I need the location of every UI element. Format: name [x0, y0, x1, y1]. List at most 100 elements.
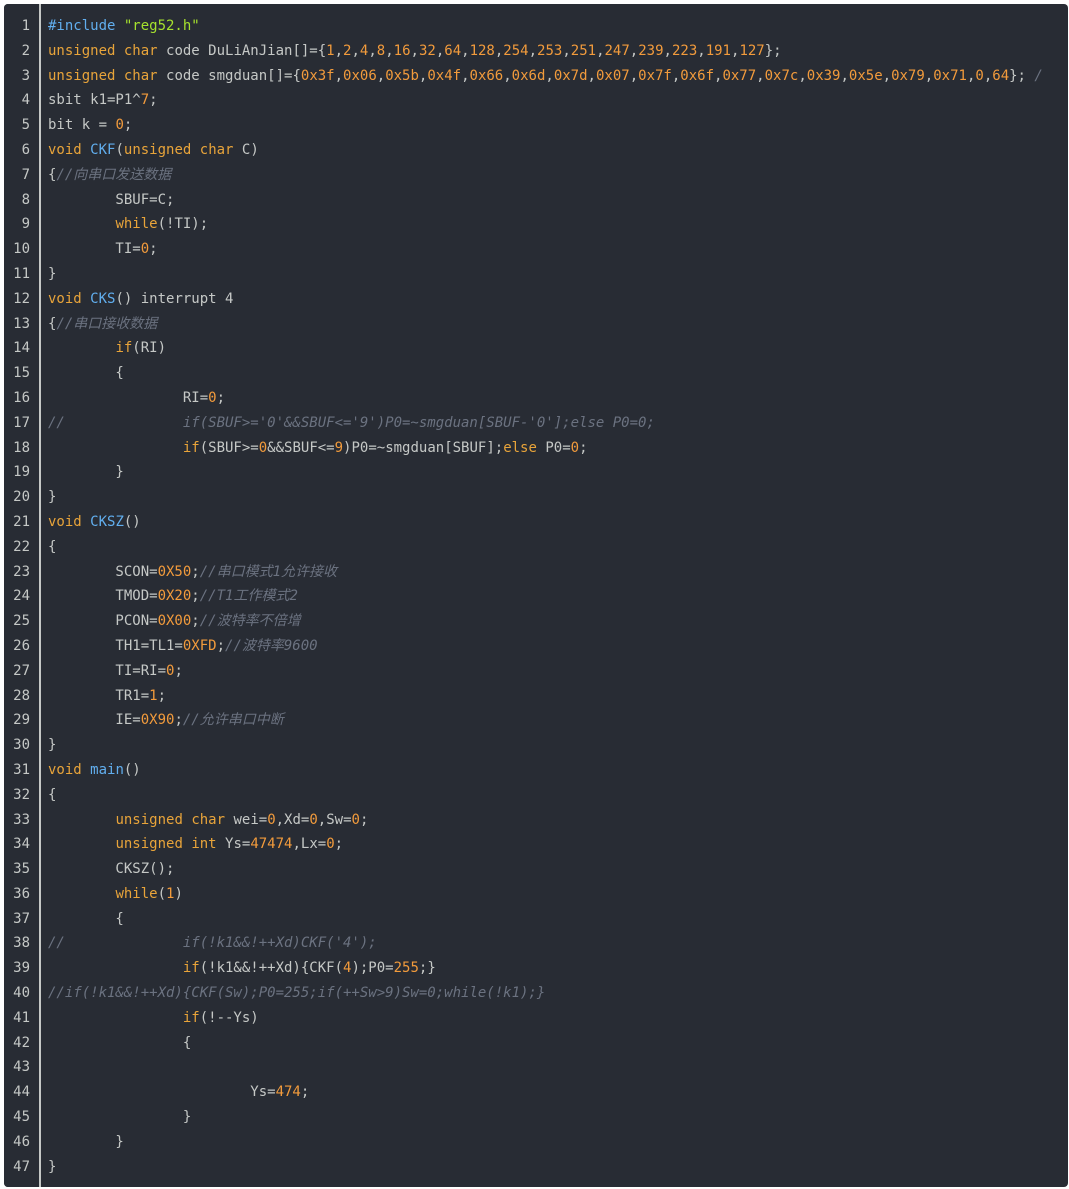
code-line[interactable]: 13 {//串口接收数据: [4, 312, 1068, 337]
code-line[interactable]: 36 while(1): [4, 882, 1068, 907]
line-number: 3: [21, 67, 30, 84]
code-token: ;: [359, 811, 369, 828]
code-token: "reg52.h": [123, 18, 200, 34]
line-number: 34: [13, 836, 30, 853]
code-line[interactable]: 47}: [4, 1155, 1068, 1180]
code-line[interactable]: 32 {: [4, 783, 1068, 808]
code-token: {: [48, 910, 124, 927]
code-line[interactable]: 24 TMOD=0X20;//T1工作模式2: [4, 584, 1068, 609]
code-token: ): [174, 885, 183, 902]
code-line[interactable]: 45 }: [4, 1105, 1068, 1130]
code-line[interactable]: 35 CKSZ();: [4, 857, 1068, 882]
code-line[interactable]: 17 // if(SBUF>='0'&&SBUF<='9')P0=~smgduan…: [4, 411, 1068, 436]
code-line[interactable]: 20}: [4, 485, 1068, 510]
code-token: ;: [157, 687, 167, 704]
code-line[interactable]: 14 if(RI): [4, 336, 1068, 361]
code-text: SCON=0X50;//串口模式1允许接收: [48, 560, 337, 585]
code-line[interactable]: 18 if(SBUF>=0&&SBUF<=9)P0=~smgduan[SBUF]…: [4, 436, 1068, 461]
code-token: ;: [191, 613, 200, 630]
code-line[interactable]: 3 unsigned char code smgduan[]={0x3f,0x06…: [4, 64, 1068, 89]
code-line[interactable]: 38 // if(!k1&&!++Xd)CKF('4');: [4, 931, 1068, 956]
code-line[interactable]: 42 {: [4, 1031, 1068, 1056]
code-text: }: [48, 1155, 56, 1180]
code-line[interactable]: 6 void CKF(unsigned char C): [4, 138, 1068, 163]
line-number: 14: [13, 340, 30, 357]
code-token: 0XFD: [182, 637, 217, 654]
code-token: unsigned: [48, 67, 116, 84]
code-token: CKF: [90, 141, 116, 158]
code-token: 0x71: [933, 67, 967, 84]
code-token: unsigned: [48, 42, 116, 59]
code-text: {: [48, 535, 56, 560]
code-line[interactable]: 9 while(!TI);: [4, 212, 1068, 237]
code-token: 251: [570, 42, 597, 59]
code-token: ,: [410, 42, 419, 59]
code-token: 255: [393, 960, 419, 977]
code-line[interactable]: 8 SBUF=C;: [4, 188, 1068, 213]
code-token: 7: [140, 92, 150, 109]
line-number: 8: [21, 191, 30, 208]
code-line[interactable]: 10 TI=0;: [4, 237, 1068, 262]
code-line[interactable]: 37 {: [4, 907, 1068, 932]
code-token: ,: [882, 67, 892, 84]
code-token: ,Xd=: [275, 811, 310, 828]
code-line[interactable]: 31 void main(): [4, 758, 1068, 783]
code-token: TH1=TL1=: [48, 637, 183, 654]
code-text: IE=0X90;//允许串口中断: [48, 708, 284, 733]
code-line[interactable]: 11}: [4, 262, 1068, 287]
code-token: 0x77: [722, 67, 757, 84]
code-line[interactable]: 46 }: [4, 1130, 1068, 1155]
line-number: 13: [13, 315, 30, 332]
code-token: TI=RI=: [48, 662, 167, 679]
code-token: 0x5e: [848, 67, 883, 84]
code-token: 254: [503, 42, 529, 59]
code-line[interactable]: 2 unsigned char code DuLiAnJian[]={1,2,4,…: [4, 39, 1068, 64]
code-line[interactable]: 22 {: [4, 535, 1068, 560]
code-line[interactable]: 29 IE=0X90;//允许串口中断: [4, 708, 1068, 733]
code-line[interactable]: 1 #include "reg52.h": [4, 14, 1068, 39]
code-line[interactable]: 4 sbit k1=P1^7;: [4, 88, 1068, 113]
code-line[interactable]: 40 //if(!k1&&!++Xd){CKF(Sw);P0=255;if(++S…: [4, 981, 1068, 1006]
code-line[interactable]: 5 bit k = 0;: [4, 113, 1068, 138]
code-token: ,: [503, 67, 512, 84]
code-line[interactable]: 26 TH1=TL1=0XFD;//波特率9600: [4, 634, 1068, 659]
line-number: 24: [13, 588, 30, 605]
code-text: {//串口接收数据: [48, 312, 157, 337]
code-line[interactable]: 33 unsigned char wei=0,Xd=0,Sw=0;: [4, 808, 1068, 833]
line-number: 21: [13, 513, 30, 530]
code-editor[interactable]: 1 #include "reg52.h" 2 unsigned char code D…: [4, 4, 1068, 1187]
code-line[interactable]: 43: [4, 1055, 1068, 1080]
code-line[interactable]: 19 }: [4, 460, 1068, 485]
code-token: while: [115, 216, 158, 233]
code-line[interactable]: 21 void CKSZ(): [4, 510, 1068, 535]
code-text: unsigned int Ys=47474,Lx=0;: [48, 832, 343, 857]
code-token: 64: [992, 67, 1010, 84]
code-text: void CKF(unsigned char C): [48, 138, 259, 163]
code-token: char: [191, 811, 226, 828]
code-line[interactable]: 41 if(!--Ys): [4, 1006, 1068, 1031]
code-line[interactable]: 34 unsigned int Ys=47474,Lx=0;: [4, 832, 1068, 857]
code-line[interactable]: 39 if(!k1&&!++Xd){CKF(4);P0=255;}: [4, 956, 1068, 981]
code-line[interactable]: 15 {: [4, 361, 1068, 386]
code-token: {: [48, 365, 124, 382]
code-line[interactable]: 23 SCON=0X50;//串口模式1允许接收: [4, 560, 1068, 585]
code-line[interactable]: 30}: [4, 733, 1068, 758]
code-line[interactable]: 25 PCON=0X00;//波特率不倍增: [4, 609, 1068, 634]
code-line[interactable]: 16 RI=0;: [4, 386, 1068, 411]
code-token: //允许串口中断: [182, 712, 284, 729]
line-number: 45: [13, 1109, 30, 1126]
line-number: 18: [13, 439, 30, 456]
code-token: 0X20: [157, 588, 192, 605]
code-token: 0: [140, 241, 150, 258]
code-line[interactable]: 44 Ys=474;: [4, 1080, 1068, 1105]
code-line[interactable]: 12 void CKS() interrupt 4: [4, 287, 1068, 312]
code-token: code smgduan[]={: [157, 67, 301, 84]
code-line[interactable]: 7 {//向串口发送数据: [4, 163, 1068, 188]
code-line[interactable]: 27 TI=RI=0;: [4, 659, 1068, 684]
code-token: //波特率不倍增: [199, 613, 301, 630]
code-token: 0x07: [595, 67, 630, 84]
code-line[interactable]: 28 TR1=1;: [4, 684, 1068, 709]
code-token: //if(!k1&&!++Xd){CKF(Sw);P0=255;if(++Sw>…: [48, 985, 546, 1002]
